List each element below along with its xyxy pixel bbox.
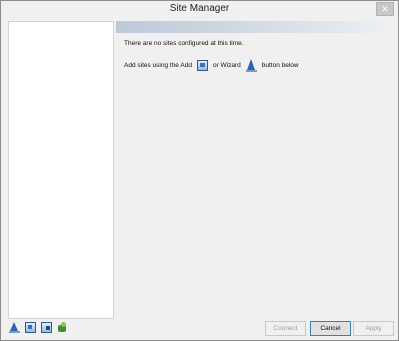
site-manager-window: Site Manager ✕ There are no sites config… [0, 0, 399, 341]
edit-site-icon[interactable] [41, 322, 52, 333]
window-title: Site Manager [169, 3, 230, 14]
no-sites-message: There are no sites configured at this ti… [124, 40, 244, 47]
hint-suffix: button below [261, 61, 299, 69]
close-icon: ✕ [381, 4, 389, 14]
add-site-icon[interactable] [25, 322, 36, 333]
wizard-icon [245, 58, 257, 72]
hint-prefix: Add sites using the Add [124, 61, 192, 69]
connect-button[interactable]: Connect [265, 321, 306, 336]
title-bar[interactable]: Site Manager ✕ [1, 1, 398, 18]
hint-middle: or Wizard [212, 61, 241, 69]
add-site-icon [196, 59, 208, 71]
site-toolbar [9, 322, 68, 333]
add-sites-hint: Add sites using the Add or Wizard button… [124, 58, 299, 72]
wizard-icon[interactable] [9, 322, 20, 333]
cancel-button[interactable]: Cancel [310, 321, 351, 336]
close-button[interactable]: ✕ [376, 2, 394, 16]
import-sites-icon[interactable] [57, 322, 68, 333]
site-list-panel[interactable] [8, 21, 114, 319]
details-header-strip [116, 21, 392, 33]
apply-button[interactable]: Apply [353, 321, 394, 336]
